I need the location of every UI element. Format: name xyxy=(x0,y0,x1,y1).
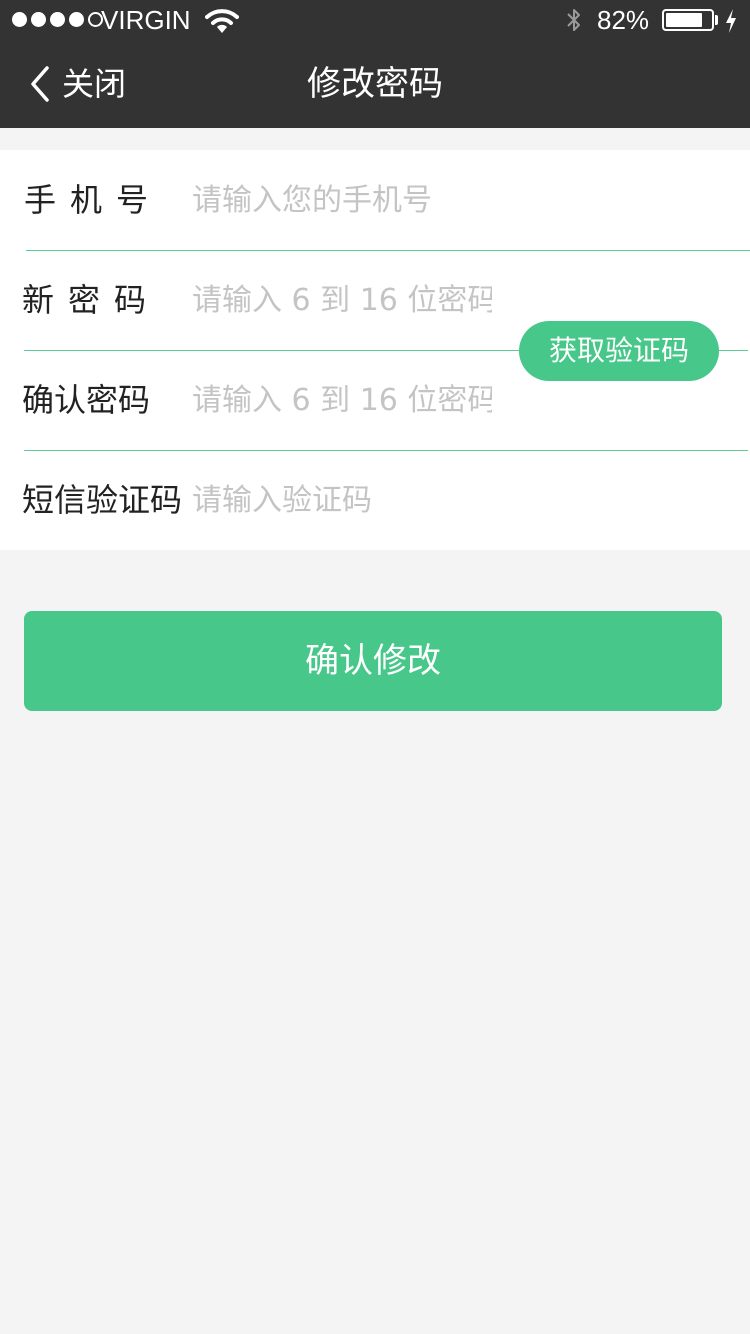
status-bar: VIRGIN 82% xyxy=(0,0,750,40)
signal-dot xyxy=(31,12,46,27)
carrier-name: VIRGIN xyxy=(101,5,191,35)
phone-row: 手机号 xyxy=(0,150,750,250)
signal-dot xyxy=(50,12,65,27)
signal-strength-icon xyxy=(12,12,103,27)
confirm-password-input[interactable] xyxy=(192,378,492,422)
battery-percent: 82% xyxy=(597,5,650,35)
wifi-icon xyxy=(205,9,239,33)
phone-input[interactable] xyxy=(192,178,492,222)
battery-level xyxy=(666,13,702,27)
bluetooth-icon xyxy=(567,9,580,31)
confirm-button[interactable]: 确认修改 xyxy=(24,611,722,711)
confirm-password-label: 确认密码 xyxy=(22,381,151,419)
phone-label: 手机号 xyxy=(24,181,163,219)
sms-code-input[interactable] xyxy=(192,478,492,522)
sms-code-label: 短信验证码 xyxy=(22,481,183,519)
get-code-button[interactable]: 获取验证码 xyxy=(519,321,719,381)
lightning-bolt-icon xyxy=(726,9,736,33)
header: VIRGIN 82% 关闭 修改密码 xyxy=(0,0,750,128)
page-title: 修改密码 xyxy=(307,64,443,104)
battery-icon xyxy=(662,9,714,31)
new-password-label: 新密码 xyxy=(22,281,161,319)
signal-dot xyxy=(69,12,84,27)
signal-dot xyxy=(12,12,27,27)
battery-nub xyxy=(715,15,718,25)
new-password-input[interactable] xyxy=(192,278,492,322)
sms-code-row: 短信验证码 xyxy=(0,450,750,550)
